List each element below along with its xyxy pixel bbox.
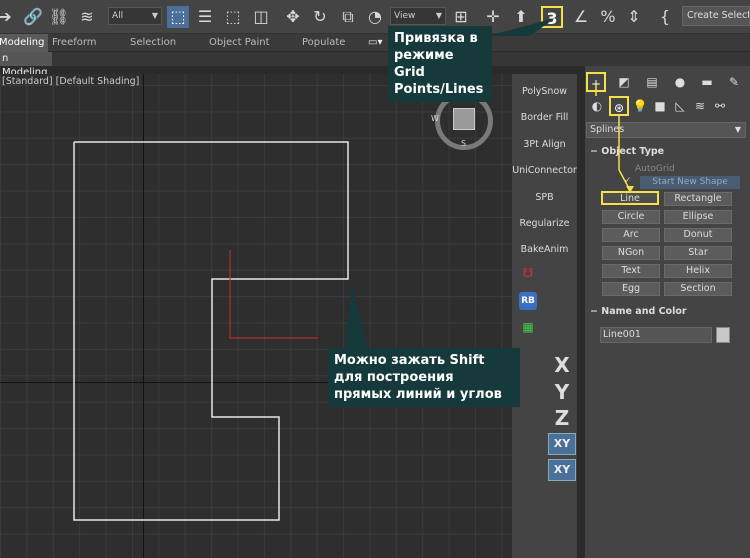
shift-callout-pointer: [345, 285, 368, 350]
connector-arrowhead: [626, 186, 634, 193]
annotation-pointers: [345, 18, 634, 350]
snap-mode-callout: Привязка в режиме Grid Points/Lines: [388, 26, 492, 102]
snap-callout-pointer: [488, 18, 555, 36]
shift-hint-callout: Можно зажать Shift для построения прямых…: [328, 348, 520, 407]
